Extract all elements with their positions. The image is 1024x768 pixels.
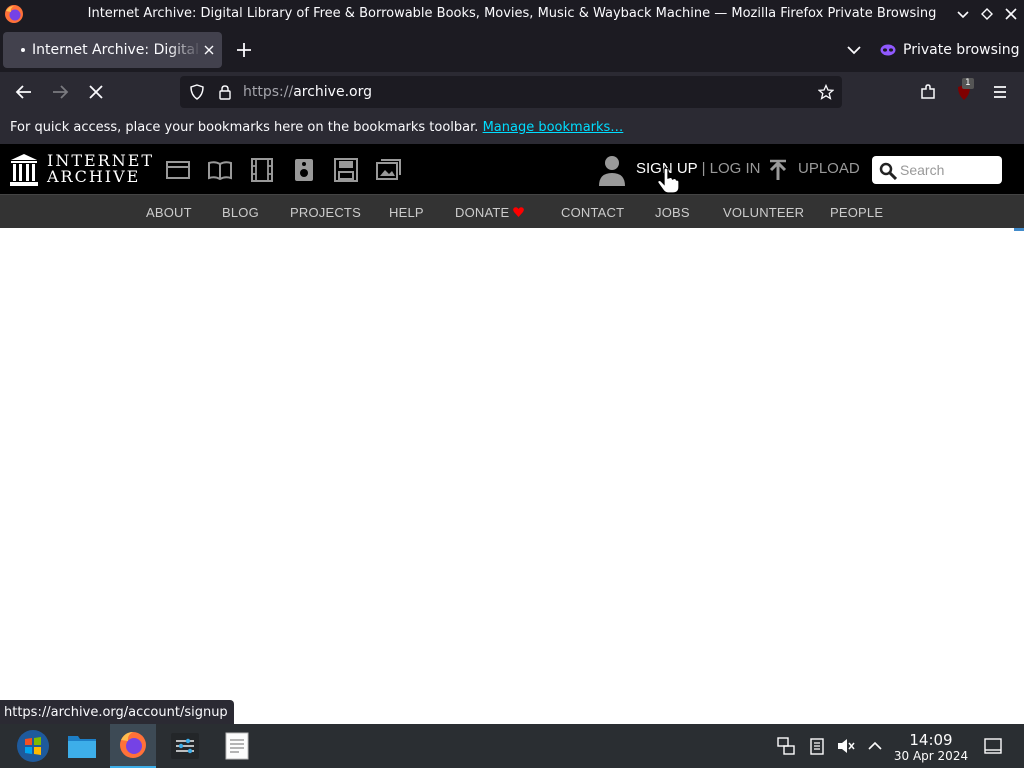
manage-bookmarks-link[interactable]: Manage bookmarks… xyxy=(483,120,624,135)
nav-jobs[interactable]: JOBS xyxy=(655,205,690,220)
internet-archive-logo[interactable]: INTERNET ARCHIVE xyxy=(10,153,152,187)
archive-building-icon xyxy=(10,154,38,186)
private-mask-icon xyxy=(880,44,896,56)
bookmarks-toolbar: For quick access, place your bookmarks h… xyxy=(0,112,1024,144)
log-in-link[interactable]: LOG IN xyxy=(710,160,761,177)
ia-search-box[interactable] xyxy=(872,156,1002,184)
nav-people[interactable]: PEOPLE xyxy=(830,205,883,220)
search-icon[interactable] xyxy=(879,162,897,180)
taskbar xyxy=(0,724,1024,768)
auth-links: SIGN UP | LOG IN xyxy=(636,160,761,177)
show-desktop-icon[interactable] xyxy=(983,736,1003,756)
text-editor-button[interactable] xyxy=(214,724,260,768)
network-icon[interactable] xyxy=(776,736,796,756)
clock-date: 30 Apr 2024 xyxy=(893,749,969,763)
close-window-icon[interactable] xyxy=(1001,4,1021,24)
ia-top-header: INTERNET ARCHIVE xyxy=(0,144,1024,194)
nav-contact[interactable]: CONTACT xyxy=(561,205,624,220)
private-browsing-indicator: Private browsing xyxy=(880,40,1020,60)
tab-internet-archive[interactable]: Internet Archive: Digital Library of Fre… xyxy=(3,32,222,68)
audio-icon[interactable] xyxy=(291,158,317,182)
upload-link[interactable]: UPLOAD xyxy=(798,160,860,177)
volume-muted-icon[interactable] xyxy=(836,736,856,756)
nav-about[interactable]: ABOUT xyxy=(146,205,192,220)
video-icon[interactable] xyxy=(249,158,275,182)
web-icon[interactable] xyxy=(165,158,191,182)
nav-projects[interactable]: PROJECTS xyxy=(290,205,361,220)
bookmark-star-icon[interactable] xyxy=(818,84,834,100)
forward-arrow-icon[interactable] xyxy=(50,82,70,102)
user-avatar-icon[interactable] xyxy=(597,154,627,186)
images-icon[interactable] xyxy=(375,158,401,182)
extension-badge: 1 xyxy=(962,78,974,89)
clock-time: 14:09 xyxy=(909,731,953,749)
tab-bar: Internet Archive: Digital Library of Fre… xyxy=(0,28,1024,72)
private-browsing-label: Private browsing xyxy=(903,42,1020,58)
file-manager-button[interactable] xyxy=(59,724,105,768)
bookmarks-toolbar-message: For quick access, place your bookmarks h… xyxy=(10,120,479,135)
close-tab-icon[interactable] xyxy=(201,42,217,58)
window-title: Internet Archive: Digital Library of Fre… xyxy=(87,6,937,21)
new-tab-icon[interactable] xyxy=(234,40,254,60)
start-menu-button[interactable] xyxy=(10,724,56,768)
minimize-icon[interactable] xyxy=(953,4,973,24)
logo-wordmark: INTERNET ARCHIVE xyxy=(47,153,154,185)
upload-arrow-icon[interactable] xyxy=(768,159,788,181)
nav-volunteer[interactable]: VOLUNTEER xyxy=(723,205,804,220)
settings-taskbar-button[interactable] xyxy=(162,724,208,768)
file-manager-icon xyxy=(68,736,96,758)
url-text[interactable]: https://archive.org xyxy=(243,84,372,100)
texts-icon[interactable] xyxy=(207,158,233,182)
loading-indicator-icon xyxy=(21,48,25,52)
stop-loading-icon[interactable] xyxy=(86,82,106,102)
ia-nav-bar: ABOUT BLOG PROJECTS HELP DONATE CONTACT … xyxy=(0,194,1024,228)
url-scheme: https:// xyxy=(243,84,294,100)
lock-icon[interactable] xyxy=(217,84,233,100)
back-arrow-icon[interactable] xyxy=(14,82,34,102)
navigation-toolbar: https://archive.org 1 xyxy=(0,72,1024,112)
page-content-area xyxy=(0,228,1024,724)
url-host: archive.org xyxy=(293,84,372,100)
logo-line-2: ARCHIVE xyxy=(47,167,141,186)
nav-donate[interactable]: DONATE xyxy=(455,205,509,220)
url-bar[interactable]: https://archive.org xyxy=(180,76,842,108)
link-status-popup: https://archive.org/account/signup xyxy=(0,700,234,724)
search-input[interactable] xyxy=(900,160,996,180)
firefox-icon xyxy=(120,732,146,758)
page-loading-bar xyxy=(1014,228,1024,231)
tracking-protection-shield-icon[interactable] xyxy=(189,84,205,100)
hamburger-menu-icon[interactable] xyxy=(990,82,1010,102)
maximize-icon[interactable] xyxy=(977,4,997,24)
nav-help[interactable]: HELP xyxy=(389,205,424,220)
software-icon[interactable] xyxy=(333,158,359,182)
text-editor-icon xyxy=(225,732,249,760)
system-clock[interactable]: 14:09 30 Apr 2024 xyxy=(892,731,970,763)
window-titlebar: Internet Archive: Digital Library of Fre… xyxy=(0,0,1024,28)
nav-blog[interactable]: BLOG xyxy=(222,205,259,220)
clipboard-icon[interactable] xyxy=(807,736,827,756)
auth-separator: | xyxy=(701,160,706,177)
ublock-origin-button[interactable]: 1 xyxy=(954,78,974,102)
settings-icon xyxy=(171,733,199,759)
tab-label: Internet Archive: Digital Library of Fre… xyxy=(32,42,202,58)
heart-icon xyxy=(513,207,524,217)
chevron-up-icon[interactable] xyxy=(865,736,885,756)
hand-cursor-icon xyxy=(657,168,680,194)
start-menu-icon xyxy=(17,730,49,762)
list-all-tabs-icon[interactable] xyxy=(844,40,864,60)
extensions-puzzle-icon[interactable] xyxy=(918,82,938,102)
firefox-taskbar-button[interactable] xyxy=(110,724,156,768)
